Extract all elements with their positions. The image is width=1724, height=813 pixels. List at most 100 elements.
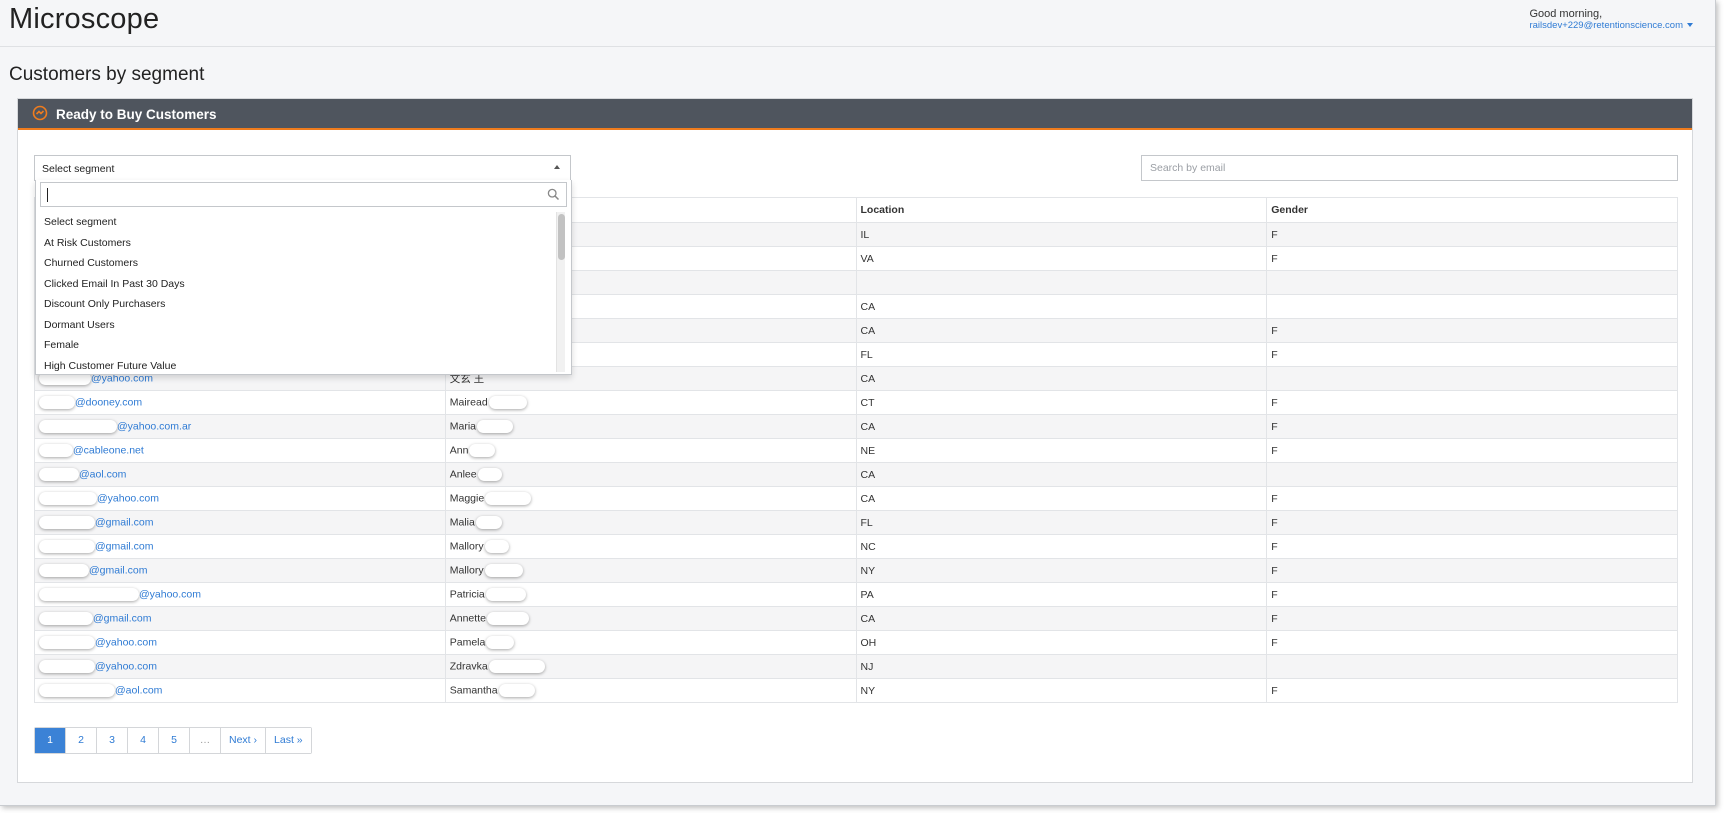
redaction-mask <box>39 660 95 673</box>
segment-search-input[interactable] <box>40 182 567 207</box>
gender-cell: F <box>1266 582 1678 607</box>
table-row[interactable]: @yahoo.com.ar Maria CA F <box>34 414 1678 439</box>
email-cell: @aol.com <box>34 462 446 487</box>
table-row[interactable]: @dooney.com Mairead CT F <box>34 390 1678 415</box>
location-cell: PA <box>855 582 1268 607</box>
redaction-mask <box>39 420 117 433</box>
gender-cell: F <box>1266 342 1678 367</box>
page-2-button[interactable]: 2 <box>66 728 97 753</box>
email-search-input[interactable] <box>1141 155 1678 181</box>
customer-email-link[interactable]: @yahoo.com <box>95 660 157 672</box>
name-cell: Patricia <box>444 582 857 607</box>
customer-email-link[interactable]: @yahoo.com <box>139 588 201 600</box>
table-row[interactable]: @gmail.com Mallory NY F <box>34 558 1678 583</box>
segment-option[interactable]: At Risk Customers <box>40 233 550 254</box>
customer-name: Malia <box>449 516 475 529</box>
redaction-mask <box>484 540 509 553</box>
segment-option[interactable]: Select segment <box>40 212 550 233</box>
gender-cell: F <box>1266 630 1678 655</box>
table-row[interactable]: @yahoo.com Patricia PA F <box>34 582 1678 607</box>
email-cell: @gmail.com <box>34 606 446 631</box>
table-row[interactable]: @aol.com Anlee CA <box>34 462 1678 487</box>
location-cell: FL <box>855 510 1268 535</box>
redaction-mask <box>39 684 115 697</box>
segment-option[interactable]: Clicked Email In Past 30 Days <box>40 274 550 295</box>
email-cell: @yahoo.com <box>34 654 446 679</box>
customer-name: Samantha <box>449 684 498 697</box>
next-page-button[interactable]: Next › <box>221 728 267 753</box>
segment-option[interactable]: Discount Only Purchasers <box>40 294 550 315</box>
gender-cell: F <box>1266 534 1678 559</box>
table-row[interactable]: @yahoo.com Maggie CA F <box>34 486 1678 511</box>
customer-email-link[interactable]: @aol.com <box>115 684 162 696</box>
table-row[interactable]: @yahoo.com Pamela OH F <box>34 630 1678 655</box>
page-4-button[interactable]: 4 <box>128 728 159 753</box>
name-cell: Samantha <box>444 678 857 703</box>
page-5-button[interactable]: 5 <box>159 728 190 753</box>
column-header-location[interactable]: Location <box>855 197 1268 223</box>
table-row[interactable]: @gmail.com Mallory NC F <box>34 534 1678 559</box>
gender-cell <box>1266 462 1678 487</box>
dropdown-scrollbar[interactable] <box>556 212 565 372</box>
page-3-button[interactable]: 3 <box>97 728 128 753</box>
pagination-ellipsis: … <box>190 728 221 753</box>
location-cell <box>855 270 1268 295</box>
redaction-mask <box>477 420 514 433</box>
table-row[interactable]: @yahoo.com Zdravka NJ <box>34 654 1678 679</box>
segment-option[interactable]: Dormant Users <box>40 315 550 336</box>
customer-email-link[interactable]: @aol.com <box>79 468 126 480</box>
location-cell: CA <box>855 366 1268 391</box>
location-cell: CA <box>855 462 1268 487</box>
redaction-mask <box>484 564 523 577</box>
table-row[interactable]: @aol.com Samantha NY F <box>34 678 1678 703</box>
location-cell: IL <box>855 222 1268 247</box>
user-email-dropdown[interactable]: railsdev+229@retentionscience.com <box>1529 20 1693 31</box>
gender-cell: F <box>1266 318 1678 343</box>
redaction-mask <box>488 396 527 409</box>
redaction-mask <box>39 636 95 649</box>
customer-email-link[interactable]: @gmail.com <box>95 516 154 528</box>
email-cell: @cableone.net <box>34 438 446 463</box>
customer-email-link[interactable]: @gmail.com <box>95 540 154 552</box>
email-cell: @dooney.com <box>34 390 446 415</box>
segment-select[interactable]: Select segment <box>34 155 571 181</box>
customer-email-link[interactable]: @gmail.com <box>93 612 152 624</box>
redaction-mask <box>498 684 535 697</box>
email-cell: @gmail.com <box>34 558 446 583</box>
redaction-mask <box>39 540 95 553</box>
panel-title: Ready to Buy Customers <box>56 107 217 122</box>
customer-email-link[interactable]: @cableone.net <box>73 444 144 456</box>
customer-email-link[interactable]: @dooney.com <box>75 396 142 408</box>
scrollbar-thumb[interactable] <box>558 214 565 260</box>
panel-header: Ready to Buy Customers <box>18 99 1692 130</box>
segment-option[interactable]: Female <box>40 335 550 356</box>
customer-email-link[interactable]: @yahoo.com <box>95 636 157 648</box>
column-header-gender[interactable]: Gender <box>1266 197 1678 223</box>
location-cell: NY <box>855 678 1268 703</box>
segment-option[interactable]: High Customer Future Value <box>40 356 550 373</box>
customer-email-link[interactable]: @gmail.com <box>89 564 148 576</box>
customer-email-link[interactable]: @yahoo.com.ar <box>117 420 191 432</box>
table-row[interactable]: @cableone.net Ann NE F <box>34 438 1678 463</box>
gender-cell: F <box>1266 678 1678 703</box>
chevron-up-icon <box>554 165 560 169</box>
name-cell: Ann <box>444 438 857 463</box>
app-title: Microscope <box>9 3 160 35</box>
customer-email-link[interactable]: @yahoo.com <box>97 492 159 504</box>
redaction-mask <box>39 588 139 601</box>
user-menu[interactable]: Good morning, railsdev+229@retentionscie… <box>1529 8 1693 31</box>
email-cell: @gmail.com <box>34 510 446 535</box>
customer-name: Mallory <box>449 564 484 577</box>
location-cell: CA <box>855 318 1268 343</box>
segment-select-value: Select segment <box>42 163 115 175</box>
table-row[interactable]: @gmail.com Annette CA F <box>34 606 1678 631</box>
customer-name: Mairead <box>449 396 488 409</box>
gender-cell: F <box>1266 510 1678 535</box>
segment-option[interactable]: Churned Customers <box>40 253 550 274</box>
table-row[interactable]: @gmail.com Malia FL F <box>34 510 1678 535</box>
name-cell: Anlee <box>444 462 857 487</box>
page-1-button[interactable]: 1 <box>35 728 66 753</box>
redaction-mask <box>39 612 93 625</box>
redaction-mask <box>475 516 502 529</box>
last-page-button[interactable]: Last » <box>266 728 311 753</box>
